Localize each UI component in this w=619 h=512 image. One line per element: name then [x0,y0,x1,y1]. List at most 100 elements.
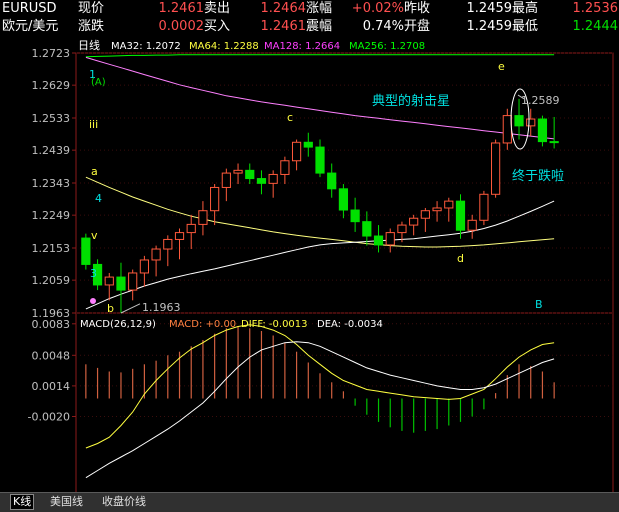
macd-tick-label: 0.0014 [32,380,71,393]
wave-label-v: v [91,229,98,242]
candle-body [139,259,149,274]
price-tick-label: 1.2723 [32,47,71,60]
candle-body [151,248,161,261]
candle-body [549,141,559,144]
tab-american-line[interactable]: 美国线 [48,495,85,509]
symbol-name: 欧元/美元 [2,19,59,34]
macd-tick-label: -0.0020 [28,411,70,424]
r2-label-3: 开盘 [404,19,431,34]
candle-body [268,173,278,184]
r1-label-2: 涨幅 [306,1,333,16]
r2-label-0: 涨跌 [78,19,105,34]
candle-body [104,276,114,286]
candle-body [502,115,512,144]
r2-label-2: 震幅 [306,19,333,34]
r2-value-4: 1.2444 [572,19,619,34]
macd-dea: DEA: -0.0034 [317,319,383,330]
price-tick-label: 1.2059 [32,274,71,287]
period-label: 日线 [78,38,100,52]
candle-body [409,217,419,226]
annotation-shooting-star: 典型的射击星 [372,93,450,109]
candle-body [163,238,173,250]
r1-value-4: 1.2536 [572,1,619,16]
r1-value-3: 1.2459 [466,1,513,16]
candle-body [373,235,384,246]
r2-value-0: 0.0002 [158,19,205,34]
candle-body [338,188,349,211]
r1-value-0: 1.2461 [158,1,205,16]
tab-close-line[interactable]: 收盘价线 [100,495,148,509]
wave-label-3: 3 [90,267,97,280]
r1-label-3: 昨收 [404,1,431,16]
candle-body [444,200,454,209]
candle-body [362,221,372,237]
macd-tick-label: 0.0048 [32,349,71,362]
macd-value: MACD: +0.00 [169,319,236,330]
candle-body [81,237,91,265]
ma-legend-3: MA256: 1.2708 [349,41,425,52]
candle-body [291,141,302,162]
symbol-code: EURUSD [2,1,57,16]
candle-body [198,210,208,225]
candle-body [221,172,231,188]
annotation-low: 1.1963 [142,301,181,314]
wave-label-c: c [287,111,293,124]
wave-label-4: 4 [95,192,102,205]
price-tick-label: 1.2249 [32,209,71,222]
r2-value-1: 1.2461 [260,19,307,34]
macd-name: MACD(26,12,9) [80,319,156,330]
candle-body [186,223,196,234]
candle-body [233,169,243,174]
chart-area[interactable]: 日线 MA32: 1.2072 MA64: 1.2288 MA128: 1.2664… [0,36,619,512]
candle-body [455,200,466,231]
r1-label-4: 最高 [512,1,539,16]
candle-body [514,115,524,127]
ma-legend-1: MA64: 1.2288 [189,41,259,52]
wave-label-d: d [457,252,464,265]
candle-body [397,224,407,234]
price-tick-label: 1.2343 [32,177,71,190]
candle-body [210,186,220,212]
candle-body [245,169,255,180]
ma-legend-2: MA128: 1.2664 [264,41,340,52]
marker-dot [90,298,96,304]
candle-body [385,232,395,246]
macd-tick-label: 0.0083 [32,318,71,331]
tab-kline[interactable]: K线 [10,494,35,510]
candle-body [280,160,290,175]
candle-body [128,272,138,291]
candle-body [303,141,313,148]
r2-label-1: 买入 [204,19,231,34]
candle-body [315,146,325,174]
price-tick-label: 1.2629 [32,79,71,92]
candle-body [479,193,489,221]
candle-body [467,219,477,231]
ma-legend-0: MA32: 1.2072 [111,41,181,52]
candle-body [350,209,360,223]
candle-body [174,232,185,240]
wave-label-a: a [91,165,98,178]
r2-value-3: 1.2459 [466,19,513,34]
candle-body [116,276,126,291]
wave-label-B: B [535,298,543,311]
candle-body [327,172,337,190]
candle-body [432,207,442,212]
wave-label-iii: iii [89,118,98,131]
annotation-finally-fell: 终于跌啦 [512,168,564,184]
candle-body [537,118,548,143]
wave-label-e: e [498,60,505,73]
candle-body [420,210,430,219]
candle-body [256,178,267,184]
quote-panel: EURUSD 欧元/美元 1.2461 现价 1.2464 卖出 +0.02% 涨幅 1.2… [0,0,619,36]
r2-label-4: 最低 [512,19,539,34]
wave-label-A: (A) [91,77,106,88]
candle-body [526,118,536,127]
price-tick-label: 1.2533 [32,112,71,125]
price-tick-label: 1.2153 [32,242,71,255]
r2-value-2: 0.74% [362,19,404,34]
r1-label-0: 现价 [78,1,105,16]
r1-value-2: +0.02% [351,1,404,16]
candle-body [491,142,501,195]
wave-label-b: b [107,302,114,315]
macd-diff: DIFF: -0.0013 [241,319,308,330]
